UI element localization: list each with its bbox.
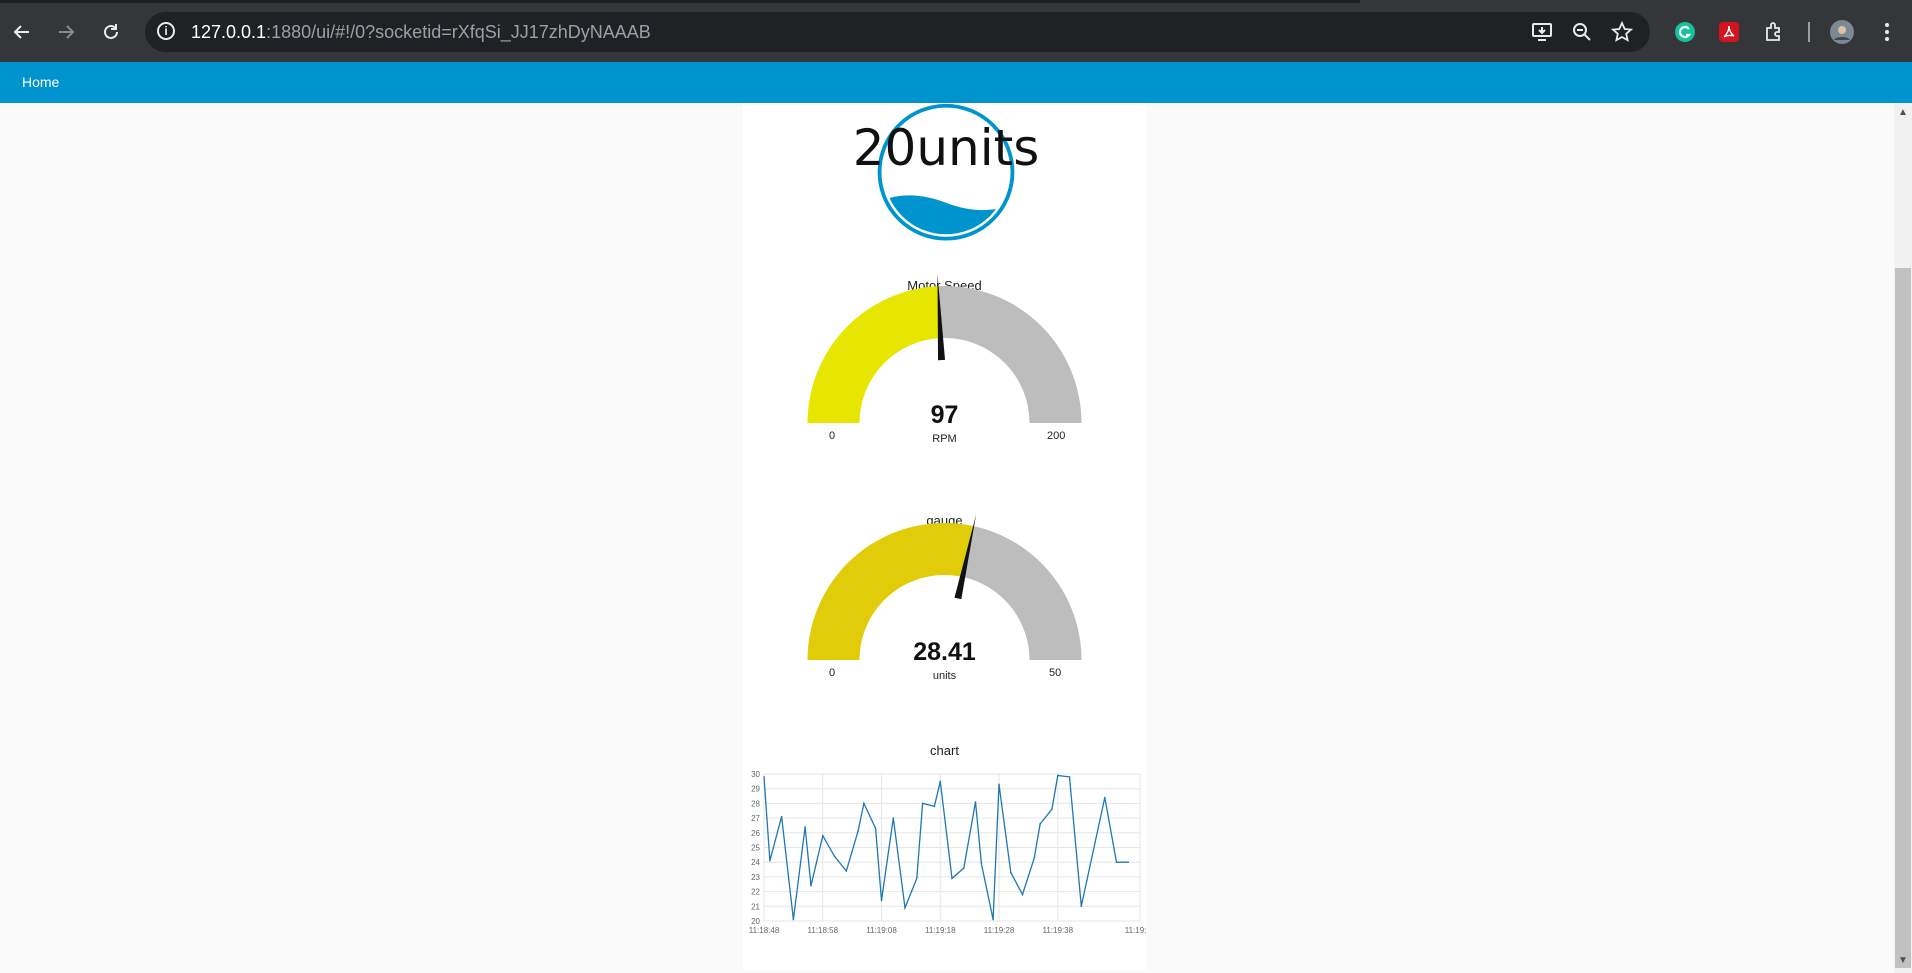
motor-speed-gauge: Motor Speed 97 RPM 0 200 xyxy=(743,268,1146,458)
y-tick-label: 21 xyxy=(751,902,760,911)
browser-toolbar: i 127.0.0.1:1880/ui/#!/0?socketid=rXfqSi… xyxy=(0,0,1912,62)
reload-icon[interactable] xyxy=(96,17,126,47)
x-tick-label: 11:18:58 xyxy=(807,926,838,935)
data-point xyxy=(880,899,883,902)
y-tick-label: 30 xyxy=(751,770,760,779)
data-point xyxy=(1051,808,1053,811)
data-point xyxy=(904,906,906,909)
gauge-value: 97 xyxy=(930,401,959,429)
bookmark-star-icon[interactable] xyxy=(1610,20,1634,44)
install-app-icon[interactable] xyxy=(1530,20,1554,44)
data-point xyxy=(833,855,836,858)
data-point xyxy=(1115,861,1118,863)
data-point xyxy=(810,884,812,887)
zoom-icon[interactable] xyxy=(1570,20,1594,44)
data-point xyxy=(1127,861,1130,863)
gauge-max: 200 xyxy=(1047,430,1066,442)
data-point xyxy=(1056,774,1059,777)
url-path: :1880/ui/#!/0?socketid=rXfqSi_JJ17zhDyNA… xyxy=(266,22,651,42)
value-gauge: gauge 28.41 units 0 50 xyxy=(743,505,1146,695)
data-point xyxy=(769,859,771,862)
y-tick-label: 27 xyxy=(751,814,760,823)
data-point xyxy=(874,827,877,830)
data-point xyxy=(1009,871,1012,874)
tank-value: 20units xyxy=(852,119,1040,177)
data-point xyxy=(892,817,895,819)
scroll-down-arrow-icon[interactable]: ▼ xyxy=(1894,955,1912,969)
data-point xyxy=(845,870,848,872)
data-point xyxy=(980,862,983,865)
url-text[interactable]: 127.0.0.1:1880/ui/#!/0?socketid=rXfqSi_J… xyxy=(191,22,651,43)
url-host: 127.0.0.1 xyxy=(191,22,267,42)
profile-avatar[interactable] xyxy=(1830,20,1854,44)
extensions-icon[interactable] xyxy=(1762,20,1786,44)
y-tick-label: 24 xyxy=(751,858,760,867)
data-point xyxy=(1080,905,1083,908)
data-point xyxy=(998,783,1000,786)
data-point xyxy=(974,801,977,803)
data-point xyxy=(921,802,924,805)
dashboard-toolbar: Home xyxy=(0,62,1912,103)
data-point xyxy=(857,830,859,833)
y-tick-label: 25 xyxy=(751,844,760,853)
y-tick-label: 28 xyxy=(751,799,760,808)
gauge-min: 0 xyxy=(829,430,836,442)
data-point xyxy=(1068,776,1071,778)
grammarly-icon[interactable] xyxy=(1673,20,1697,44)
line-chart-widget: chart 20 21 22 23 24 25 26 27 28 29 30 11:18:48 11:1… xyxy=(743,739,1146,969)
level-tank-widget: 20units xyxy=(818,103,1074,243)
chart-plot[interactable]: 20 21 22 23 24 25 26 27 28 29 30 11:18:48 11:18:58 11… xyxy=(743,759,1146,969)
gauge-min: 0 xyxy=(829,667,836,679)
data-point xyxy=(992,918,994,921)
forward-icon[interactable] xyxy=(51,17,81,47)
scroll-thumb[interactable] xyxy=(1895,268,1911,968)
page-scrollbar[interactable]: ▲ ▼ xyxy=(1894,103,1912,973)
site-info-icon[interactable]: i xyxy=(157,22,175,40)
data-point xyxy=(1103,796,1106,799)
data-point xyxy=(1039,823,1041,825)
x-tick-label: 11:19:08 xyxy=(866,926,897,935)
address-bar[interactable]: i 127.0.0.1:1880/ui/#!/0?socketid=rXfqSi… xyxy=(145,12,1650,52)
x-tick-label: 11:19:28 xyxy=(984,926,1015,935)
menu-icon[interactable] xyxy=(1875,20,1899,44)
data-point xyxy=(915,877,918,880)
data-point xyxy=(951,877,953,880)
data-point xyxy=(1021,893,1024,896)
y-tick-label: 22 xyxy=(751,888,760,897)
data-point xyxy=(933,805,936,808)
y-tick-label: 26 xyxy=(751,829,760,838)
gauge-max: 50 xyxy=(1049,667,1062,679)
adobe-pdf-icon[interactable] xyxy=(1717,20,1741,44)
dashboard-group-card: 20units Motor Speed 97 RPM 0 200 gauge 2… xyxy=(743,103,1146,970)
x-tick-label: 11:19:18 xyxy=(925,926,956,935)
data-point xyxy=(863,802,865,805)
back-icon[interactable] xyxy=(7,17,37,47)
data-point xyxy=(939,780,942,783)
x-tick-label: 11:18:48 xyxy=(749,926,780,935)
gauge-units: units xyxy=(932,670,957,682)
chart-title: chart xyxy=(930,743,959,758)
x-tick-label: 11:19:52 xyxy=(1125,926,1146,935)
x-tick-label: 11:19:38 xyxy=(1042,926,1073,935)
page-title[interactable]: Home xyxy=(22,74,59,90)
toolbar-divider xyxy=(1808,22,1810,42)
data-point xyxy=(780,815,783,818)
y-tick-label: 20 xyxy=(751,917,760,926)
data-point xyxy=(1033,856,1036,859)
y-tick-label: 23 xyxy=(751,873,760,882)
y-tick-label: 29 xyxy=(751,785,760,794)
data-point xyxy=(763,776,765,778)
data-point xyxy=(821,834,824,837)
gauge-value: 28.41 xyxy=(913,638,976,666)
data-point xyxy=(792,918,795,921)
gauge-units: RPM xyxy=(932,433,957,445)
data-point xyxy=(804,826,806,828)
data-point xyxy=(962,867,965,869)
scroll-up-arrow-icon[interactable]: ▲ xyxy=(1894,107,1912,121)
